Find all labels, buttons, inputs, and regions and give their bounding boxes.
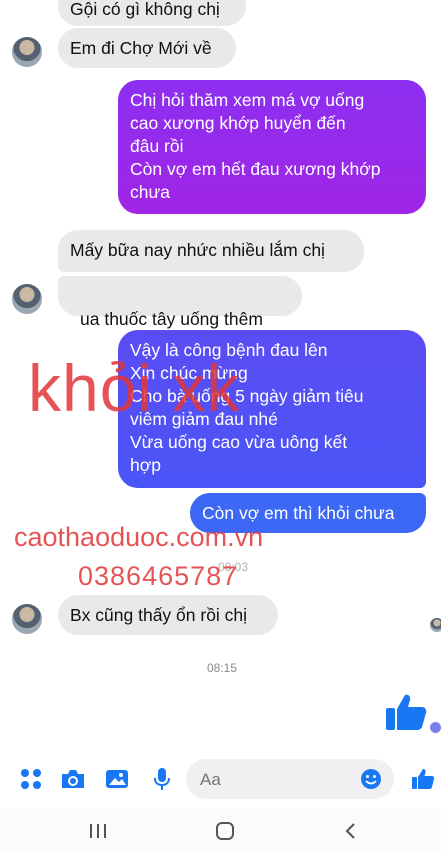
system-navigation-bar	[0, 808, 441, 853]
message-bubble-outgoing[interactable]: Chị hỏi thăm xem má vợ uống cao xương kh…	[118, 80, 426, 214]
contact-avatar[interactable]	[12, 37, 42, 67]
seen-check-icon	[430, 722, 441, 733]
back-icon[interactable]	[330, 816, 370, 846]
message-bubble-incoming[interactable]: Gội có gì không chị	[58, 0, 246, 26]
message-text: ua thuốc tây uống thêm	[80, 309, 263, 329]
timestamp: 08:15	[207, 661, 238, 675]
message-bubble-incoming[interactable]: Em đi Chợ Mới về	[58, 28, 236, 68]
contact-avatar[interactable]	[12, 284, 42, 314]
message-bubble-incoming[interactable]: ua thuốc tây uống thêm	[58, 276, 302, 329]
contact-avatar[interactable]	[12, 604, 42, 634]
watermark-brand: khỏi xk	[28, 351, 241, 425]
watermark-url: caothaoduoc.com.vn	[14, 522, 264, 552]
recent-apps-icon[interactable]	[78, 816, 118, 846]
microphone-icon[interactable]	[147, 756, 177, 802]
menu-dots-icon[interactable]	[16, 756, 46, 802]
message-bubble-incoming[interactable]: Mấy bữa nay nhức nhiều lắm chị	[58, 230, 364, 272]
emoji-icon[interactable]	[360, 768, 382, 790]
like-icon[interactable]	[408, 756, 438, 802]
message-composer[interactable]	[186, 759, 394, 799]
gallery-icon[interactable]	[102, 756, 132, 802]
camera-icon[interactable]	[58, 756, 88, 802]
message-bubble-incoming[interactable]: Bx cũng thấy ổn rồi chị	[58, 595, 278, 635]
message-input[interactable]	[198, 767, 352, 793]
thumbs-up-sticker-icon[interactable]	[384, 690, 428, 734]
seen-avatar-icon	[430, 618, 441, 632]
home-icon[interactable]	[205, 816, 245, 846]
watermark-phone: 0386465787	[78, 561, 239, 591]
